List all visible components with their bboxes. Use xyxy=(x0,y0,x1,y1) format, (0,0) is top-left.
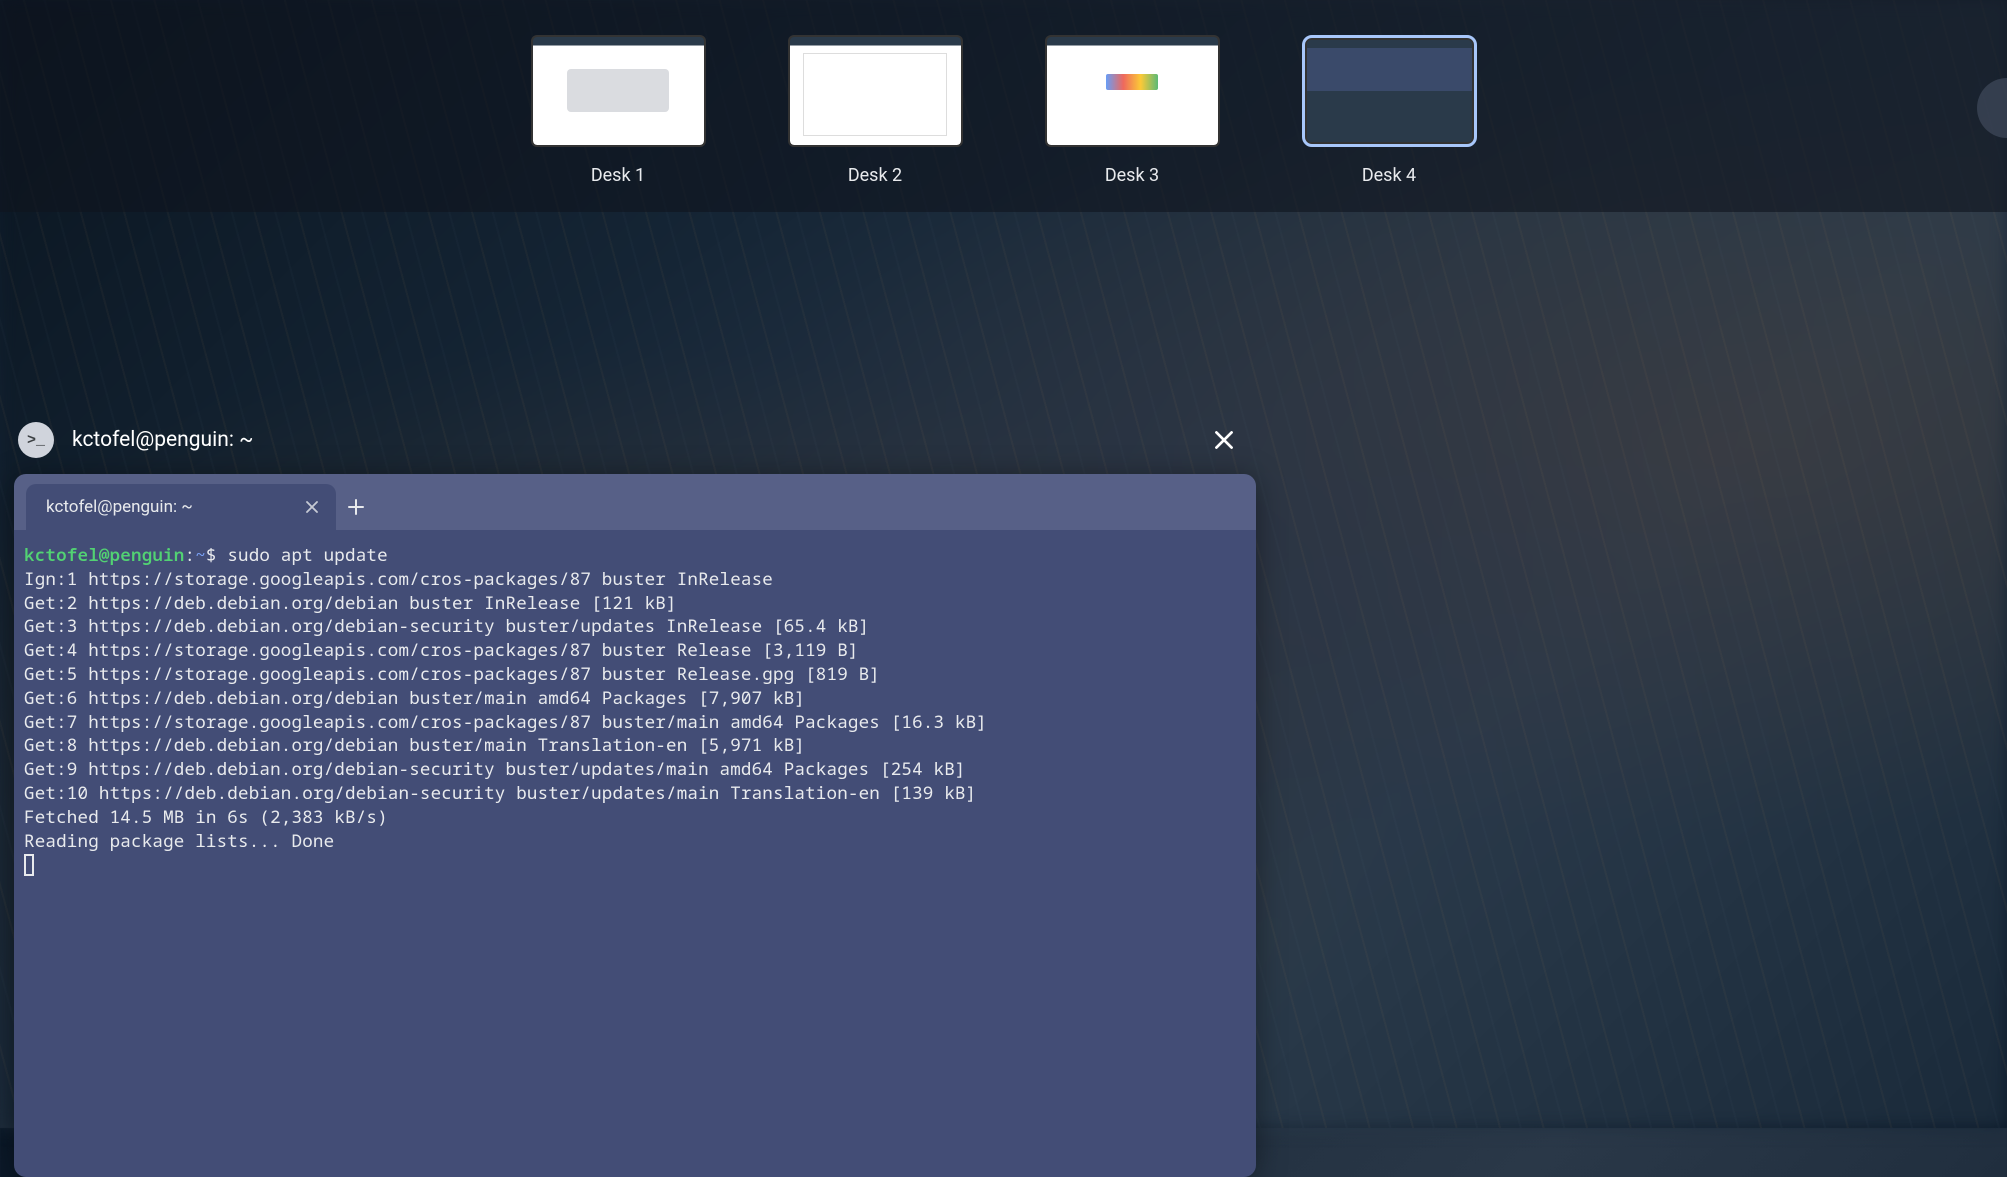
terminal-output-line: Get:2 https://deb.debian.org/debian bust… xyxy=(24,592,1246,616)
terminal-window[interactable]: kctofel@penguin: ~ kctofel@penguin:~$ su… xyxy=(14,474,1256,1177)
terminal-output-line: Get:8 https://deb.debian.org/debian bust… xyxy=(24,734,1246,758)
desk-item-3[interactable]: Desk 3 xyxy=(1045,35,1220,186)
tab-title: kctofel@penguin: ~ xyxy=(46,497,193,517)
desk-label: Desk 4 xyxy=(1362,165,1416,186)
desk-thumbnail-1[interactable] xyxy=(531,35,706,147)
prompt-sep: : xyxy=(185,543,196,567)
desk-label: Desk 1 xyxy=(591,165,645,186)
desk-thumbnail-4-active[interactable] xyxy=(1302,35,1477,147)
prompt-user: kctofel@penguin xyxy=(24,543,185,567)
terminal-cursor-line xyxy=(24,853,1246,877)
desk-label: Desk 2 xyxy=(848,165,902,186)
terminal-output-line: Get:7 https://storage.googleapis.com/cro… xyxy=(24,711,1246,735)
terminal-output: Ign:1 https://storage.googleapis.com/cro… xyxy=(24,568,1246,854)
close-icon xyxy=(1211,427,1237,453)
plus-icon xyxy=(346,497,366,517)
terminal-icon-glyph: >_ xyxy=(27,432,45,449)
terminal-tab-bar: kctofel@penguin: ~ xyxy=(14,474,1256,530)
window-overview-card[interactable]: >_ kctofel@penguin: ~ kctofel@penguin: ~ xyxy=(14,420,1256,1177)
command-text: sudo apt update xyxy=(227,543,388,567)
tab-close-button[interactable] xyxy=(302,497,322,517)
terminal-output-line: Get:3 https://deb.debian.org/debian-secu… xyxy=(24,615,1246,639)
desk-overview-bar: Desk 1 Desk 2 Desk 3 Desk 4 xyxy=(0,0,2007,212)
terminal-tab-active[interactable]: kctofel@penguin: ~ xyxy=(26,484,336,530)
terminal-prompt-line: kctofel@penguin:~$ sudo apt update xyxy=(24,544,1246,568)
terminal-output-line: Ign:1 https://storage.googleapis.com/cro… xyxy=(24,568,1246,592)
close-icon xyxy=(305,500,319,514)
window-header: >_ kctofel@penguin: ~ xyxy=(14,420,1256,474)
terminal-output-line: Get:4 https://storage.googleapis.com/cro… xyxy=(24,639,1246,663)
desk-item-1[interactable]: Desk 1 xyxy=(531,35,706,186)
prompt-symbol: $ xyxy=(206,543,217,567)
terminal-app-icon: >_ xyxy=(18,422,54,458)
terminal-output-line: Fetched 14.5 MB in 6s (2,383 kB/s) xyxy=(24,806,1246,830)
terminal-output-line: Get:10 https://deb.debian.org/debian-sec… xyxy=(24,782,1246,806)
desk-item-2[interactable]: Desk 2 xyxy=(788,35,963,186)
terminal-output-line: Get:6 https://deb.debian.org/debian bust… xyxy=(24,687,1246,711)
prompt-path: ~ xyxy=(195,543,206,567)
desk-item-4[interactable]: Desk 4 xyxy=(1302,35,1477,186)
close-window-button[interactable] xyxy=(1204,420,1244,460)
cursor xyxy=(24,854,34,876)
desk-label: Desk 3 xyxy=(1105,165,1159,186)
terminal-body[interactable]: kctofel@penguin:~$ sudo apt update Ign:1… xyxy=(14,530,1256,1177)
terminal-output-line: Reading package lists... Done xyxy=(24,830,1246,854)
desk-thumbnail-2[interactable] xyxy=(788,35,963,147)
new-tab-button[interactable] xyxy=(336,484,376,530)
terminal-output-line: Get:9 https://deb.debian.org/debian-secu… xyxy=(24,758,1246,782)
desk-thumbnail-3[interactable] xyxy=(1045,35,1220,147)
window-title: kctofel@penguin: ~ xyxy=(72,428,1204,452)
terminal-output-line: Get:5 https://storage.googleapis.com/cro… xyxy=(24,663,1246,687)
